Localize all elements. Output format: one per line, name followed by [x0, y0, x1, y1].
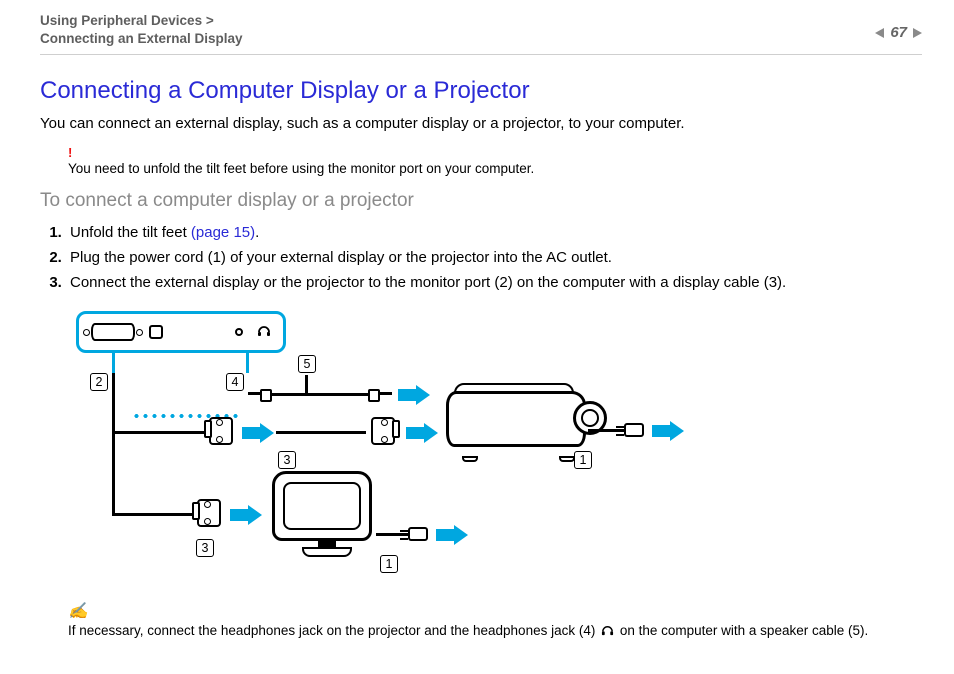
breadcrumb-line-1: Using Peripheral Devices > [40, 13, 214, 28]
connection-diagram: 2 4 5 3 [76, 311, 716, 591]
procedure-steps: Unfold the tilt feet (page 15). Plug the… [40, 222, 922, 297]
footnote-text: If necessary, connect the headphones jac… [68, 623, 922, 639]
projector-icon [446, 383, 601, 458]
page-title: Connecting a Computer Display or a Proje… [40, 77, 922, 105]
warning-icon: ! [68, 146, 922, 159]
cable-3-top-b [276, 431, 366, 434]
header-rule [40, 54, 922, 55]
arrow-power-proj-icon [652, 421, 684, 441]
prev-page-icon[interactable] [875, 28, 884, 38]
callout-3-bot: 3 [196, 539, 214, 557]
arrow-vga-bot-icon [230, 505, 262, 525]
next-page-icon[interactable] [913, 28, 922, 38]
callout-2: 2 [90, 373, 108, 391]
stub-vga [112, 353, 115, 373]
warning-text: You need to unfold the tilt feet before … [68, 161, 922, 176]
aux-port-icon [149, 325, 163, 339]
arrow-vga-top-right-icon [406, 423, 438, 443]
cable-5-riser [305, 375, 308, 395]
callout-3-top: 3 [278, 451, 296, 469]
arrow-vga-top-left-icon [242, 423, 274, 443]
breadcrumb: Using Peripheral Devices > Connecting an… [40, 12, 243, 48]
step-3: Connect the external display or the proj… [66, 272, 922, 297]
footnote-text-pre: If necessary, connect the headphones jac… [68, 623, 599, 638]
cable-3-bot-a [112, 513, 192, 516]
audio-jack-left-icon [248, 391, 272, 397]
ac-plug-mon-icon [404, 527, 434, 543]
page-number: 67 [890, 24, 907, 41]
monitor-port-icon [91, 323, 135, 341]
cable-5a [272, 393, 308, 396]
cable-trunk [112, 373, 115, 433]
step-1-text-post: . [255, 224, 259, 241]
vga-plug-bot-icon [192, 499, 226, 527]
callout-4: 4 [226, 373, 244, 391]
cable-5b [308, 393, 368, 396]
stub-hp [246, 353, 249, 373]
computer-port-panel [76, 311, 286, 353]
monitor-icon [272, 471, 382, 561]
callout-1-mon: 1 [380, 555, 398, 573]
ac-plug-proj-icon [620, 423, 650, 439]
page-header: Using Peripheral Devices > Connecting an… [40, 12, 922, 48]
footnote: ✍ If necessary, connect the headphones j… [68, 603, 922, 639]
step-1-text-pre: Unfold the tilt feet [70, 224, 191, 241]
cable-trunk-2 [112, 433, 115, 515]
headphones-port-icon [257, 324, 271, 341]
headphones-icon [601, 624, 614, 640]
page-15-link[interactable]: (page 15) [191, 224, 255, 241]
footnote-text-post: on the computer with a speaker cable (5)… [616, 623, 868, 638]
manual-page: Using Peripheral Devices > Connecting an… [0, 0, 954, 664]
callout-5: 5 [298, 355, 316, 373]
vga-plug-top-left-icon [204, 417, 238, 445]
line-out-icon [235, 328, 243, 336]
cable-3-top-a [112, 431, 204, 434]
arrow-audio-icon [398, 385, 430, 405]
step-2: Plug the power cord (1) of your external… [66, 247, 922, 272]
audio-jack-right-icon [368, 391, 392, 397]
intro-text: You can connect an external display, suc… [40, 115, 922, 132]
breadcrumb-line-2: Connecting an External Display [40, 31, 243, 46]
callout-1-proj: 1 [574, 451, 592, 469]
step-1: Unfold the tilt feet (page 15). [66, 222, 922, 247]
page-navigation: 67 [875, 12, 922, 41]
note-icon: ✍ [68, 603, 88, 620]
warning-notice: ! You need to unfold the tilt feet befor… [68, 146, 922, 176]
procedure-heading: To connect a computer display or a proje… [40, 190, 922, 212]
arrow-power-mon-icon [436, 525, 468, 545]
vga-plug-top-right-icon [366, 417, 400, 445]
